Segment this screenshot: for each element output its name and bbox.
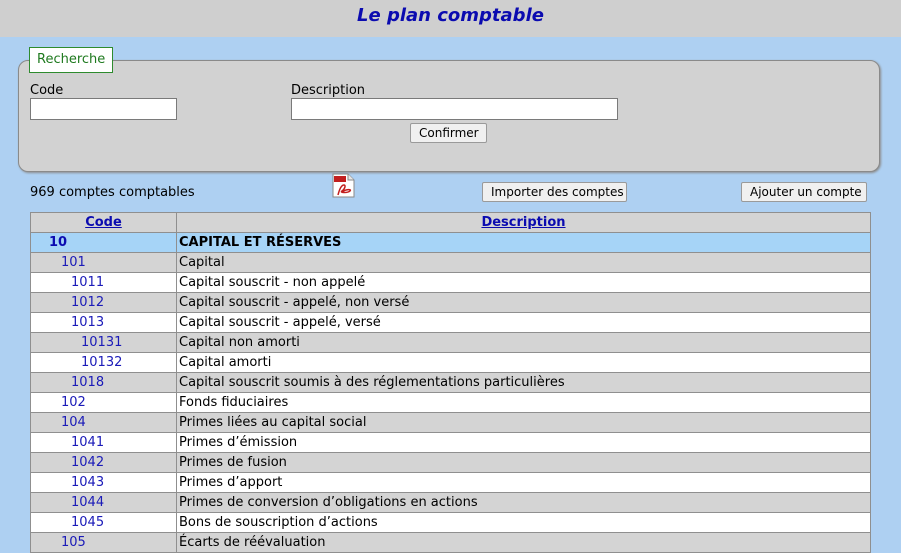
- account-code-link[interactable]: 1012: [30, 292, 177, 313]
- account-description: Primes de conversion d’obligations en ac…: [176, 492, 871, 513]
- table-row[interactable]: 105 Écarts de réévaluation: [30, 532, 871, 553]
- description-input[interactable]: [291, 98, 618, 120]
- import-accounts-button[interactable]: Importer des comptes: [482, 182, 627, 202]
- account-code-link[interactable]: 1044: [30, 492, 177, 513]
- table-row[interactable]: 1041 Primes d’émission: [30, 432, 871, 453]
- table-row[interactable]: 1045 Bons de souscription d’actions: [30, 512, 871, 533]
- account-code-link[interactable]: 10131: [30, 332, 177, 353]
- account-description: Capital souscrit - appelé, versé: [176, 312, 871, 333]
- column-header-code[interactable]: Code: [30, 212, 177, 233]
- column-header-description[interactable]: Description: [176, 212, 871, 233]
- title-bar: Le plan comptable: [0, 0, 901, 37]
- account-code-link[interactable]: 1011: [30, 272, 177, 293]
- search-legend: Recherche: [29, 47, 114, 73]
- table-row[interactable]: 1043 Primes d’apport: [30, 472, 871, 493]
- account-description: Primes de fusion: [176, 452, 871, 473]
- account-description: Capital souscrit - appelé, non versé: [176, 292, 871, 313]
- account-code-link[interactable]: 1043: [30, 472, 177, 493]
- confirm-button[interactable]: Confirmer: [410, 123, 487, 143]
- table-row[interactable]: 1044 Primes de conversion d’obligations e…: [30, 492, 871, 513]
- pdf-icon: [332, 173, 355, 198]
- table-row[interactable]: 1042 Primes de fusion: [30, 452, 871, 473]
- account-description: Primes d’émission: [176, 432, 871, 453]
- account-code-link[interactable]: 10: [30, 232, 177, 253]
- account-code-link[interactable]: 102: [30, 392, 177, 413]
- account-description: CAPITAL ET RÉSERVES: [176, 232, 871, 253]
- account-code-link[interactable]: 1041: [30, 432, 177, 453]
- table-row[interactable]: 1011 Capital souscrit - non appelé: [30, 272, 871, 293]
- table-row[interactable]: 10131 Capital non amorti: [30, 332, 871, 353]
- description-label: Description: [291, 83, 366, 98]
- page-title: Le plan comptable: [357, 5, 544, 26]
- account-code-link[interactable]: 1045: [30, 512, 177, 533]
- sort-by-code-link[interactable]: Code: [85, 215, 122, 230]
- table-row[interactable]: 102 Fonds fiduciaires: [30, 392, 871, 413]
- table-row[interactable]: 1012 Capital souscrit - appelé, non versé: [30, 292, 871, 313]
- account-count: 969 comptes comptables: [30, 185, 195, 200]
- account-description: Capital amorti: [176, 352, 871, 373]
- account-description: Capital souscrit soumis à des réglementa…: [176, 372, 871, 393]
- table-row[interactable]: 10 CAPITAL ET RÉSERVES: [30, 232, 871, 253]
- accounts-table: Code Description 10 CAPITAL ET RÉSERVES 10…: [30, 212, 871, 553]
- account-description: Primes d’apport: [176, 472, 871, 493]
- table-row[interactable]: 1013 Capital souscrit - appelé, versé: [30, 312, 871, 333]
- account-code-link[interactable]: 104: [30, 412, 177, 433]
- account-description: Bons de souscription d’actions: [176, 512, 871, 533]
- code-input[interactable]: [30, 98, 177, 120]
- account-description: Fonds fiduciaires: [176, 392, 871, 413]
- account-description: Capital non amorti: [176, 332, 871, 353]
- account-code-link[interactable]: 1042: [30, 452, 177, 473]
- account-description: Primes liées au capital social: [176, 412, 871, 433]
- pdf-export-button[interactable]: [332, 173, 355, 198]
- account-code-link[interactable]: 1013: [30, 312, 177, 333]
- sort-by-description-link[interactable]: Description: [481, 215, 565, 230]
- table-row[interactable]: 104 Primes liées au capital social: [30, 412, 871, 433]
- account-code-link[interactable]: 105: [30, 532, 177, 553]
- code-label: Code: [30, 83, 64, 98]
- account-description: Capital souscrit - non appelé: [176, 272, 871, 293]
- account-code-link[interactable]: 10132: [30, 352, 177, 373]
- table-row[interactable]: 101 Capital: [30, 252, 871, 273]
- table-row[interactable]: 1018 Capital souscrit soumis à des réglem…: [30, 372, 871, 393]
- account-description: Écarts de réévaluation: [176, 532, 871, 553]
- add-account-button[interactable]: Ajouter un compte: [741, 182, 867, 202]
- account-code-link[interactable]: 101: [30, 252, 177, 273]
- account-description: Capital: [176, 252, 871, 273]
- account-code-link[interactable]: 1018: [30, 372, 177, 393]
- table-row[interactable]: 10132 Capital amorti: [30, 352, 871, 373]
- table-header: Code Description: [30, 212, 871, 233]
